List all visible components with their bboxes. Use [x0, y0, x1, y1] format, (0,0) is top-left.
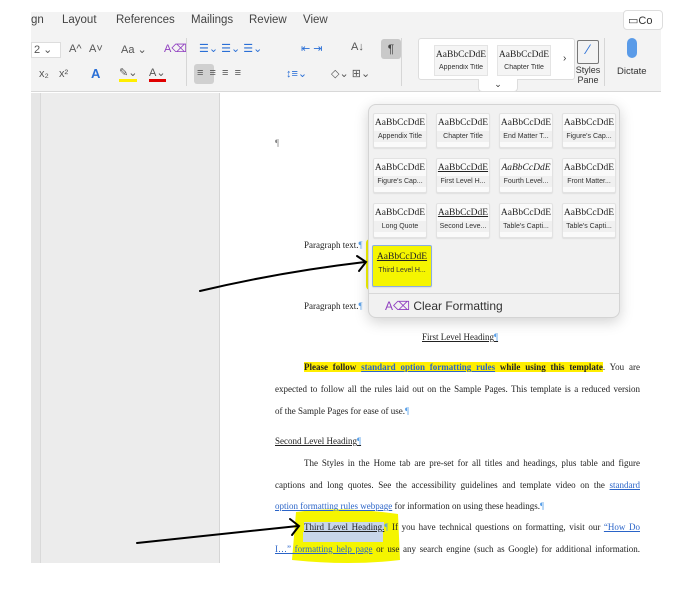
- style-tile-fourth-level[interactable]: AaBbCcDdE Fourth Level...: [499, 158, 553, 193]
- selection-highlight: [303, 532, 383, 542]
- style-tile-end-matter[interactable]: AaBbCcDdE End Matter T...: [499, 113, 553, 148]
- style-tile-third-level[interactable]: AaBbCcDdE Third Level H...: [372, 245, 432, 287]
- style-tile-figure-caption-2[interactable]: AaBbCcDdE Figure's Cap...: [373, 158, 427, 193]
- body-line[interactable]: I…” formatting help page or use any sear…: [275, 544, 640, 554]
- style-tile-figure-caption[interactable]: AaBbCcDdE Figure's Cap...: [562, 113, 616, 148]
- style-tile-table-caption[interactable]: AaBbCcDdE Table's Capti...: [499, 203, 553, 238]
- third-level-heading[interactable]: Third Level Heading.: [304, 522, 385, 532]
- style-tile-first-level[interactable]: AaBbCcDdE First Level H...: [436, 158, 490, 193]
- clear-formatting-item[interactable]: A⌫ Clear Formatting: [385, 299, 503, 313]
- how-do-i-link[interactable]: “How Do: [604, 522, 640, 532]
- clear-formatting-icon: A⌫: [385, 299, 410, 313]
- style-tile-second-level[interactable]: AaBbCcDdE Second Leve...: [436, 203, 490, 238]
- style-tile-appendix-title[interactable]: AaBbCcDdE Appendix Title: [373, 113, 427, 148]
- style-tile-table-caption-2[interactable]: AaBbCcDdE Table's Capti...: [562, 203, 616, 238]
- body-line[interactable]: Third Level Heading.¶ If you have techni…: [275, 522, 640, 532]
- style-tile-chapter-title[interactable]: AaBbCcDdE Chapter Title: [436, 113, 490, 148]
- rules-webpage-link-cont[interactable]: option formatting rules webpage: [275, 501, 392, 511]
- how-do-i-link-cont[interactable]: I…” formatting help page: [275, 544, 372, 554]
- styles-popup: AaBbCcDdE Appendix Title AaBbCcDdE Chapter…: [368, 104, 620, 318]
- style-tile-long-quote[interactable]: AaBbCcDdE Long Quote: [373, 203, 427, 238]
- style-tile-front-matter[interactable]: AaBbCcDdE Front Matter...: [562, 158, 616, 193]
- body-line[interactable]: option formatting rules webpage for info…: [275, 501, 544, 511]
